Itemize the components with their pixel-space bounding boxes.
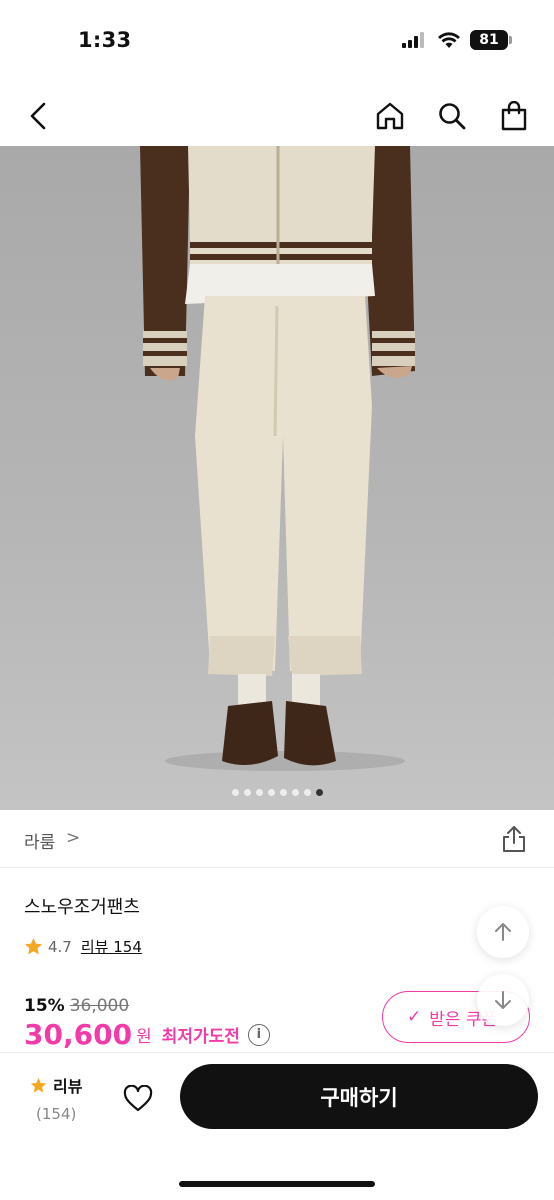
top-nav-bar	[0, 84, 554, 146]
search-icon	[439, 103, 466, 130]
brand-name[interactable]: 라룸	[24, 828, 55, 853]
pagination-dot[interactable]	[279, 789, 287, 796]
buy-button[interactable]: 구매하기	[180, 1064, 538, 1129]
sale-price: 30,600	[24, 1018, 133, 1051]
home-button[interactable]	[370, 96, 410, 136]
pagination-dot[interactable]	[291, 789, 299, 796]
original-price: 36,000	[69, 996, 130, 1016]
lowest-price-label: 최저가도전	[161, 1027, 240, 1047]
scroll-up-button[interactable]	[477, 906, 529, 958]
battery-indicator: 81	[470, 30, 512, 50]
brand-row[interactable]: 라룸 >	[0, 810, 554, 868]
pagination-dot[interactable]	[267, 789, 275, 796]
chevron-left-icon	[30, 102, 46, 130]
pagination-dot-active[interactable]	[315, 789, 323, 796]
arrow-down-icon	[495, 991, 511, 1009]
status-bar: 1:33 81	[0, 0, 554, 84]
review-count: (154)	[36, 1105, 77, 1123]
arrow-up-icon	[495, 923, 511, 941]
image-pagination	[0, 789, 554, 796]
product-photo	[140, 146, 415, 771]
rating-row: 4.7 리뷰 154	[24, 936, 142, 957]
signal-icon	[402, 32, 424, 48]
heart-icon	[123, 1085, 153, 1112]
back-button[interactable]	[18, 96, 58, 136]
product-image-gallery[interactable]	[0, 146, 554, 810]
pagination-dot[interactable]	[303, 789, 311, 796]
share-icon	[503, 826, 525, 852]
star-icon	[24, 937, 43, 955]
home-indicator	[179, 1181, 375, 1187]
discount-row: 15% 36,000	[24, 996, 129, 1016]
review-summary-top: 리뷰	[30, 1073, 82, 1097]
scroll-down-button[interactable]	[477, 974, 529, 1026]
info-icon[interactable]: i	[247, 1023, 270, 1046]
review-link[interactable]: 리뷰 154	[81, 936, 142, 957]
share-button[interactable]	[500, 824, 528, 854]
price-row: 30,600 원 최저가도전 i	[24, 1018, 270, 1051]
status-time: 1:33	[78, 28, 132, 52]
check-icon: ✓	[407, 1007, 422, 1027]
status-icons: 81	[402, 30, 512, 50]
pagination-dot[interactable]	[255, 789, 263, 796]
product-title: 스노우조거팬츠	[24, 897, 140, 918]
pagination-dot[interactable]	[231, 789, 239, 796]
review-label: 리뷰	[53, 1077, 83, 1096]
rating-value: 4.7	[48, 937, 72, 956]
bottom-action-bar: 리뷰 (154) 구매하기	[0, 1052, 554, 1200]
review-summary[interactable]: 리뷰 (154)	[30, 1073, 82, 1123]
discount-rate: 15%	[24, 996, 65, 1016]
star-icon	[30, 1077, 47, 1093]
shopping-bag-icon	[501, 101, 527, 131]
wishlist-button[interactable]	[120, 1081, 156, 1117]
home-icon	[376, 102, 404, 130]
brand-chevron-icon: >	[66, 828, 81, 848]
wifi-icon	[438, 32, 460, 48]
cart-button[interactable]	[494, 96, 534, 136]
pagination-dot[interactable]	[243, 789, 251, 796]
currency-unit: 원	[136, 1027, 152, 1047]
search-button[interactable]	[432, 96, 472, 136]
